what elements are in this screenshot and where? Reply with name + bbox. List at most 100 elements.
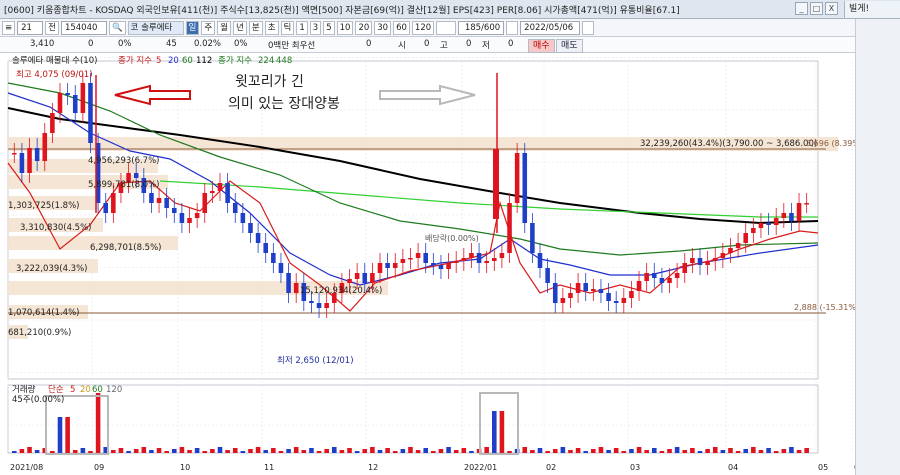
volume-bar — [255, 447, 261, 453]
volume-bar — [385, 448, 390, 453]
tab-tick[interactable]: 틱 — [280, 20, 295, 35]
candle-body — [667, 278, 672, 283]
tab-day[interactable]: 일 — [185, 20, 200, 35]
candle-body — [568, 293, 573, 298]
candle-body — [476, 253, 482, 263]
annotation-text: 의미 있는 장대양봉 — [228, 96, 340, 112]
candle-body — [271, 253, 276, 263]
close-button[interactable]: X — [825, 2, 838, 15]
x-tick-label: 02 — [546, 463, 556, 472]
candle-body — [514, 153, 520, 203]
volume-bar — [126, 451, 131, 453]
date-input[interactable]: 2022/05/06 — [520, 20, 581, 35]
interval-5[interactable]: 5 — [323, 20, 335, 35]
volume-ma120: 120 — [106, 385, 122, 395]
candle-body — [187, 218, 192, 223]
count-input[interactable]: 185/600 — [458, 20, 505, 35]
candle-body — [743, 233, 748, 243]
interval-60[interactable]: 60 — [393, 20, 410, 35]
search-icon[interactable]: 🔍 — [108, 20, 126, 35]
candle-body — [42, 133, 48, 161]
volume-bar — [522, 447, 528, 453]
candle-body — [202, 193, 208, 213]
volume-bar — [697, 451, 703, 453]
support-label: 2,888 (-15.31%) — [794, 303, 855, 312]
interval-1[interactable]: 1 — [296, 20, 308, 35]
best-bid: 0 — [366, 39, 372, 49]
candle-body — [103, 203, 108, 213]
current-price: 3,410 — [30, 39, 55, 49]
volume-bar — [667, 449, 672, 453]
ma20-legend: 20 — [168, 56, 179, 66]
buy-button[interactable]: 매수 — [528, 39, 555, 53]
volume-bar — [552, 449, 558, 453]
price-legend-title: 솔루에타 매물대 수(10) — [12, 56, 97, 66]
period-select[interactable]: 21 — [17, 20, 44, 35]
candle-body — [415, 253, 421, 258]
candle-body — [408, 258, 413, 260]
interval-120[interactable]: 120 — [411, 20, 435, 35]
ma224-legend: 224 — [258, 56, 274, 66]
volume-bar — [172, 449, 177, 453]
high-value: 0 — [466, 39, 472, 49]
volume-bar — [347, 448, 352, 453]
tab-week[interactable]: 주 — [201, 20, 216, 35]
interval-3[interactable]: 3 — [309, 20, 322, 35]
ma5-legend: 5 — [156, 56, 161, 66]
stock-name-field[interactable]: 코 솔루에타 — [127, 20, 184, 35]
volume-bar — [141, 447, 147, 453]
candle-body — [804, 203, 809, 205]
volume-value: 45 — [166, 39, 177, 49]
volume-bar — [492, 411, 497, 453]
volume-ma5: 5 — [70, 385, 75, 395]
maximize-button[interactable]: □ — [810, 2, 823, 15]
tab-second[interactable]: 초 — [264, 20, 279, 35]
volume-bar — [225, 450, 230, 453]
candle-body — [278, 263, 284, 273]
period-label[interactable]: 전 — [45, 20, 59, 35]
candle-body — [438, 265, 444, 269]
volume-bar — [575, 448, 581, 453]
volume-bar — [240, 451, 246, 453]
candle-body — [484, 261, 489, 263]
candle-body — [34, 148, 40, 161]
interval-custom[interactable] — [436, 20, 457, 35]
minimize-button[interactable]: _ — [795, 2, 808, 15]
interval-30[interactable]: 30 — [374, 20, 392, 35]
interval-20[interactable]: 20 — [355, 20, 373, 35]
volume-bar — [263, 450, 268, 453]
volume-bar — [507, 451, 512, 453]
candle-body — [50, 113, 55, 133]
candle-body — [492, 258, 497, 261]
candle-body — [469, 253, 474, 258]
candle-body — [232, 203, 238, 213]
calendar-icon[interactable] — [582, 20, 595, 35]
change-pct: 0% — [118, 39, 132, 49]
candle-body — [255, 233, 261, 243]
volume-bar — [781, 449, 787, 453]
x-tick-label: 05 — [818, 463, 828, 472]
stock-chart[interactable]: 15.00%10.00%5.00%0.00%-5.00%-10.00%-15.0… — [0, 53, 855, 475]
volume-bar — [796, 450, 802, 453]
sell-button[interactable]: 매도 — [556, 39, 583, 53]
volume-bar — [19, 449, 25, 453]
ma-legend-label: 종가 지수 — [118, 56, 152, 66]
volume-ma20: 20 — [80, 385, 91, 395]
tab-month[interactable]: 월 — [217, 20, 232, 35]
candle-body — [286, 273, 291, 293]
count-clear-button[interactable] — [506, 20, 519, 35]
candle-body — [370, 273, 375, 283]
chart-menu-icon[interactable]: ≡ — [2, 20, 16, 35]
volume-bar — [537, 448, 543, 453]
interval-10[interactable]: 10 — [336, 20, 354, 35]
side-panel-button[interactable]: 빌게! — [844, 1, 900, 18]
volume-bar — [682, 450, 688, 453]
tab-year[interactable]: 년 — [233, 20, 247, 35]
candle-body — [659, 278, 665, 283]
volume-profile-label: 3,222,039(4.3%) — [16, 264, 88, 274]
candle-body — [57, 93, 63, 113]
window-title: [0600] 키움종합차트 - KOSDAQ 외국인보유[411(천)] 주식수… — [4, 5, 680, 16]
tab-minute[interactable]: 분 — [248, 20, 263, 35]
stock-code-input[interactable]: 154040 — [60, 20, 107, 35]
candle-body — [309, 301, 314, 303]
